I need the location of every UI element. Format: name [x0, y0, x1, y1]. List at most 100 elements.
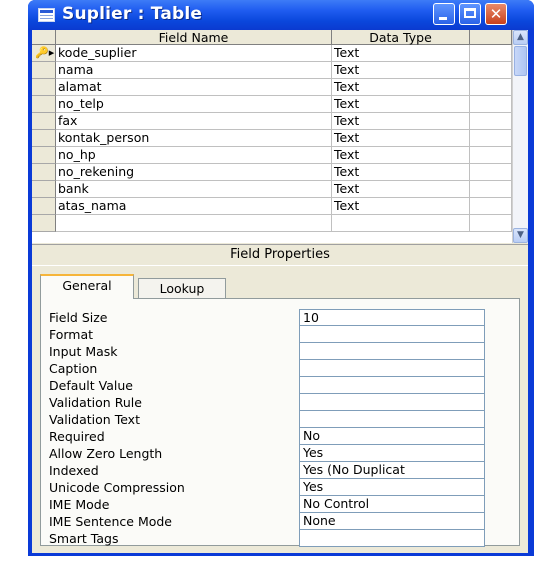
data-type-cell[interactable]: Text	[332, 198, 470, 215]
close-button[interactable]: ✕	[485, 3, 507, 25]
row-selector[interactable]	[32, 96, 56, 113]
minimize-button[interactable]	[433, 3, 455, 25]
property-value-field[interactable]: 10	[299, 309, 485, 326]
property-value-field[interactable]	[299, 343, 485, 360]
description-cell[interactable]	[470, 113, 512, 130]
row-selector[interactable]: 🔑▸	[32, 45, 56, 62]
description-cell[interactable]	[470, 164, 512, 181]
field-name-cell[interactable]: nama	[56, 62, 332, 79]
data-type-cell[interactable]: Text	[332, 113, 470, 130]
description-cell[interactable]	[470, 181, 512, 198]
table-row[interactable]: nama Text	[32, 62, 512, 79]
table-row[interactable]: no_telp Text	[32, 96, 512, 113]
table-row[interactable]	[32, 215, 512, 232]
property-label: Indexed	[49, 463, 99, 478]
property-row: Validation Text	[41, 411, 521, 428]
property-row: Allow Zero Length Yes	[41, 445, 521, 462]
row-selector[interactable]	[32, 79, 56, 96]
grid-vertical-scrollbar[interactable]: ▲ ▼	[512, 30, 528, 243]
property-value-field[interactable]	[299, 394, 485, 411]
field-properties-label: Field Properties	[32, 244, 528, 266]
field-name-cell[interactable]	[56, 215, 332, 232]
property-row: Field Size 10	[41, 309, 521, 326]
description-column-header[interactable]	[470, 30, 512, 45]
property-row: Indexed Yes (No Duplicat	[41, 462, 521, 479]
primary-key-icon: 🔑▸	[35, 46, 55, 59]
property-value-field[interactable]: No Control	[299, 496, 485, 513]
close-icon: ✕	[489, 5, 503, 23]
description-cell[interactable]	[470, 215, 512, 232]
field-name-cell[interactable]: alamat	[56, 79, 332, 96]
field-name-cell[interactable]: atas_nama	[56, 198, 332, 215]
property-value-field[interactable]	[299, 411, 485, 428]
scroll-up-button[interactable]: ▲	[513, 30, 528, 45]
field-name-cell[interactable]: no_telp	[56, 96, 332, 113]
row-selector[interactable]	[32, 113, 56, 130]
table-row[interactable]: no_hp Text	[32, 147, 512, 164]
data-type-cell[interactable]: Text	[332, 62, 470, 79]
field-name-cell[interactable]: no_hp	[56, 147, 332, 164]
field-name-cell[interactable]: kontak_person	[56, 130, 332, 147]
property-value-field[interactable]: None	[299, 513, 485, 530]
row-selector[interactable]	[32, 62, 56, 79]
tab-lookup[interactable]: Lookup	[138, 278, 226, 298]
description-cell[interactable]	[470, 96, 512, 113]
row-selector[interactable]	[32, 164, 56, 181]
description-cell[interactable]	[470, 79, 512, 96]
table-row[interactable]: atas_nama Text	[32, 198, 512, 215]
window-client-area: Field Name Data Type 🔑▸ kode_suplier Text n…	[32, 30, 528, 553]
property-value-field[interactable]	[299, 377, 485, 394]
table-row[interactable]: alamat Text	[32, 79, 512, 96]
property-label: Default Value	[49, 378, 133, 393]
field-name-cell[interactable]: bank	[56, 181, 332, 198]
property-row: Unicode Compression Yes	[41, 479, 521, 496]
scroll-down-button[interactable]: ▼	[513, 228, 528, 243]
description-cell[interactable]	[470, 130, 512, 147]
chevron-up-icon: ▲	[517, 32, 524, 42]
data-type-cell[interactable]: Text	[332, 164, 470, 181]
data-type-cell[interactable]: Text	[332, 79, 470, 96]
property-value-field[interactable]	[299, 360, 485, 377]
data-type-cell[interactable]	[332, 215, 470, 232]
data-type-column-header[interactable]: Data Type	[332, 30, 470, 45]
row-selector[interactable]	[32, 215, 56, 232]
data-type-cell[interactable]: Text	[332, 45, 470, 62]
scroll-thumb[interactable]	[514, 46, 527, 76]
tab-general[interactable]: General	[40, 274, 134, 299]
table-row[interactable]: fax Text	[32, 113, 512, 130]
property-value-field[interactable]	[299, 530, 485, 547]
property-value-field[interactable]: No	[299, 428, 485, 445]
maximize-button[interactable]	[459, 3, 481, 25]
property-label: Smart Tags	[49, 531, 119, 546]
table-row[interactable]: kontak_person Text	[32, 130, 512, 147]
property-label: IME Sentence Mode	[49, 514, 172, 529]
table-row[interactable]: 🔑▸ kode_suplier Text	[32, 45, 512, 62]
property-value-field[interactable]: Yes (No Duplicat	[299, 462, 485, 479]
row-selector[interactable]	[32, 181, 56, 198]
description-cell[interactable]	[470, 147, 512, 164]
data-type-cell[interactable]: Text	[332, 96, 470, 113]
properties-panel: Field Size 10 Format Input Mask Caption Defau…	[40, 298, 521, 547]
data-type-cell[interactable]: Text	[332, 130, 470, 147]
row-selector[interactable]	[32, 198, 56, 215]
property-value-field[interactable]: Yes	[299, 445, 485, 462]
data-type-cell[interactable]: Text	[332, 147, 470, 164]
property-value-field[interactable]: Yes	[299, 479, 485, 496]
field-name-cell[interactable]: no_rekening	[56, 164, 332, 181]
description-cell[interactable]	[470, 62, 512, 79]
field-name-cell[interactable]: kode_suplier	[56, 45, 332, 62]
field-name-column-header[interactable]: Field Name	[56, 30, 332, 45]
table-row[interactable]: bank Text	[32, 181, 512, 198]
property-label: Required	[49, 429, 105, 444]
table-row[interactable]: no_rekening Text	[32, 164, 512, 181]
property-row: Format	[41, 326, 521, 343]
data-type-cell[interactable]: Text	[332, 181, 470, 198]
description-cell[interactable]	[470, 45, 512, 62]
property-label: Validation Text	[49, 412, 140, 427]
field-name-cell[interactable]: fax	[56, 113, 332, 130]
title-bar[interactable]: Suplier : Table ✕	[28, 0, 534, 30]
row-selector[interactable]	[32, 147, 56, 164]
description-cell[interactable]	[470, 198, 512, 215]
row-selector[interactable]	[32, 130, 56, 147]
property-value-field[interactable]	[299, 326, 485, 343]
